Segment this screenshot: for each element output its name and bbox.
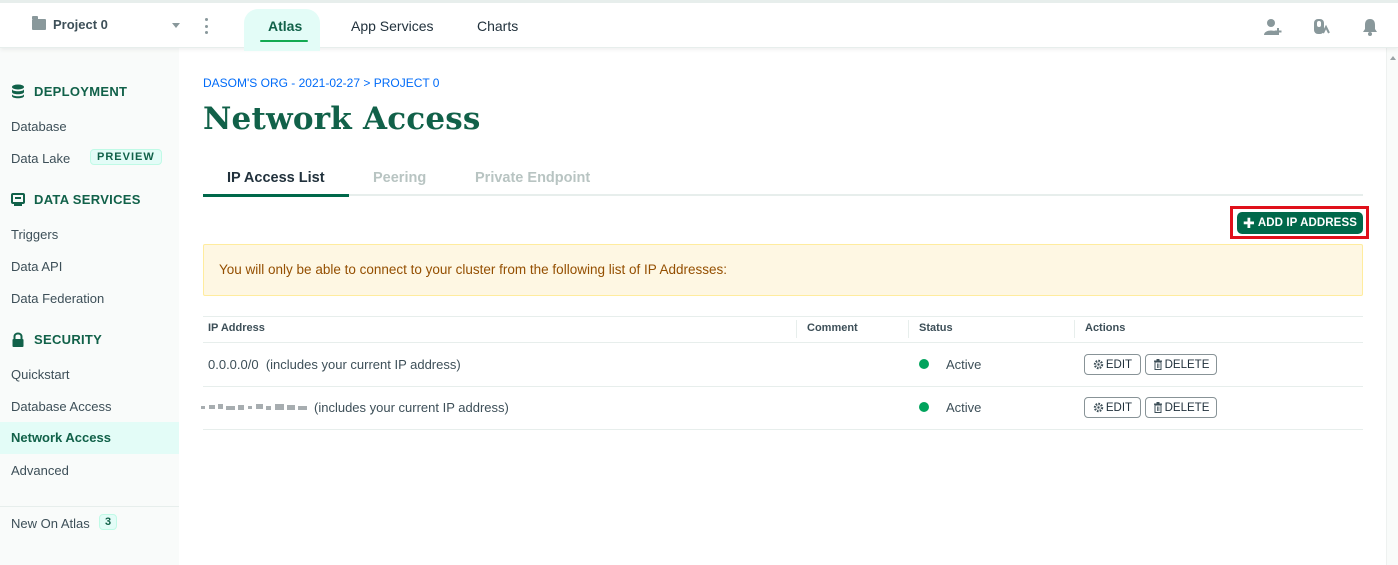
column-header-ip-address: IP Address — [208, 322, 265, 334]
tab-charts[interactable]: Charts — [477, 18, 518, 34]
project-name: Project 0 — [53, 17, 108, 32]
row-divider — [203, 386, 1363, 387]
lock-icon — [12, 332, 24, 347]
gear-icon — [1093, 402, 1104, 413]
edit-button[interactable]: EDIT — [1084, 397, 1141, 418]
trash-icon — [1153, 402, 1162, 413]
trash-icon — [1153, 359, 1162, 370]
section-title: SECURITY — [34, 332, 103, 347]
support-icon[interactable] — [1311, 17, 1331, 37]
bell-icon[interactable] — [1360, 17, 1380, 37]
scroll-up-icon[interactable] — [1390, 56, 1396, 60]
row-divider — [203, 429, 1363, 430]
tab-private-endpoint[interactable]: Private Endpoint — [475, 170, 590, 186]
active-tab-indicator — [260, 40, 308, 42]
sidebar-item-database-access[interactable]: Database Access — [11, 399, 111, 414]
tab-app-services[interactable]: App Services — [351, 18, 433, 34]
sidebar-item-advanced[interactable]: Advanced — [11, 463, 69, 478]
user-plus-icon[interactable] — [1263, 17, 1283, 37]
banner-text: You will only be able to connect to your… — [219, 262, 728, 277]
sidebar-item-data-lake[interactable]: Data Lake — [11, 151, 70, 166]
add-ip-address-label: ADD IP ADDRESS — [1257, 217, 1357, 229]
section-title: DEPLOYMENT — [34, 84, 128, 99]
column-separator — [796, 320, 797, 338]
new-count-badge: 3 — [99, 514, 118, 530]
sidebar-item-quickstart[interactable]: Quickstart — [11, 367, 70, 382]
sidebar-item-network-access[interactable]: Network Access — [0, 422, 179, 454]
sidebar-divider — [0, 506, 179, 507]
sidebar-item-new-on-atlas[interactable]: New On Atlas — [11, 516, 90, 531]
header-divider — [203, 342, 1363, 343]
status-text: Active — [946, 357, 982, 372]
tab-atlas[interactable]: Atlas — [268, 18, 302, 34]
scrollbar[interactable] — [1386, 48, 1398, 565]
table-top-border — [203, 316, 1363, 317]
section-data-services: DATA SERVICES — [11, 192, 141, 207]
ip-address-note: (includes your current IP address) — [314, 400, 509, 415]
column-separator — [1074, 320, 1075, 338]
column-header-actions: Actions — [1085, 322, 1126, 334]
more-options-icon[interactable] — [205, 18, 209, 34]
add-ip-address-button[interactable]: ✚ ADD IP ADDRESS — [1237, 212, 1363, 234]
status-active-icon — [919, 402, 929, 412]
status-active-icon — [919, 359, 929, 369]
section-title: DATA SERVICES — [34, 192, 141, 207]
tabs-divider — [203, 194, 1363, 196]
preview-badge: PREVIEW — [90, 149, 162, 165]
plus-icon: ✚ — [1242, 215, 1255, 231]
sidebar-item-database[interactable]: Database — [11, 119, 67, 134]
database-icon — [12, 84, 24, 99]
section-security: SECURITY — [11, 332, 102, 347]
delete-button[interactable]: DELETE — [1145, 397, 1217, 418]
caret-down-icon[interactable] — [172, 23, 180, 28]
section-deployment: DEPLOYMENT — [11, 84, 127, 99]
sidebar: DEPLOYMENT Database Data Lake PREVIEW DA… — [0, 48, 179, 565]
sidebar-item-triggers[interactable]: Triggers — [11, 227, 58, 242]
tab-ip-access-list[interactable]: IP Access List — [227, 170, 325, 186]
edit-button[interactable]: EDIT — [1084, 354, 1141, 375]
sidebar-item-data-federation[interactable]: Data Federation — [11, 291, 104, 306]
redacted-ip-address — [201, 403, 308, 412]
sidebar-item-data-api[interactable]: Data API — [11, 259, 62, 274]
tab-peering[interactable]: Peering — [373, 170, 426, 186]
breadcrumb[interactable]: DASOM'S ORG - 2021-02-27 > PROJECT 0 — [203, 76, 439, 90]
column-header-status: Status — [919, 322, 953, 334]
column-header-comment: Comment — [807, 322, 858, 334]
active-tab-indicator — [203, 194, 349, 197]
delete-button[interactable]: DELETE — [1145, 354, 1217, 375]
page-title: Network Access — [203, 101, 481, 137]
column-separator — [908, 320, 909, 338]
gear-icon — [1093, 359, 1104, 370]
ip-address-cell: 0.0.0.0/0 (includes your current IP addr… — [208, 357, 461, 372]
top-nav-bar: Project 0 Atlas App Services Charts — [0, 0, 1398, 51]
folder-icon — [32, 16, 46, 30]
server-icon — [11, 193, 25, 206]
project-selector[interactable]: Project 0 — [32, 16, 108, 32]
info-banner: You will only be able to connect to your… — [203, 244, 1363, 296]
status-text: Active — [946, 400, 982, 415]
